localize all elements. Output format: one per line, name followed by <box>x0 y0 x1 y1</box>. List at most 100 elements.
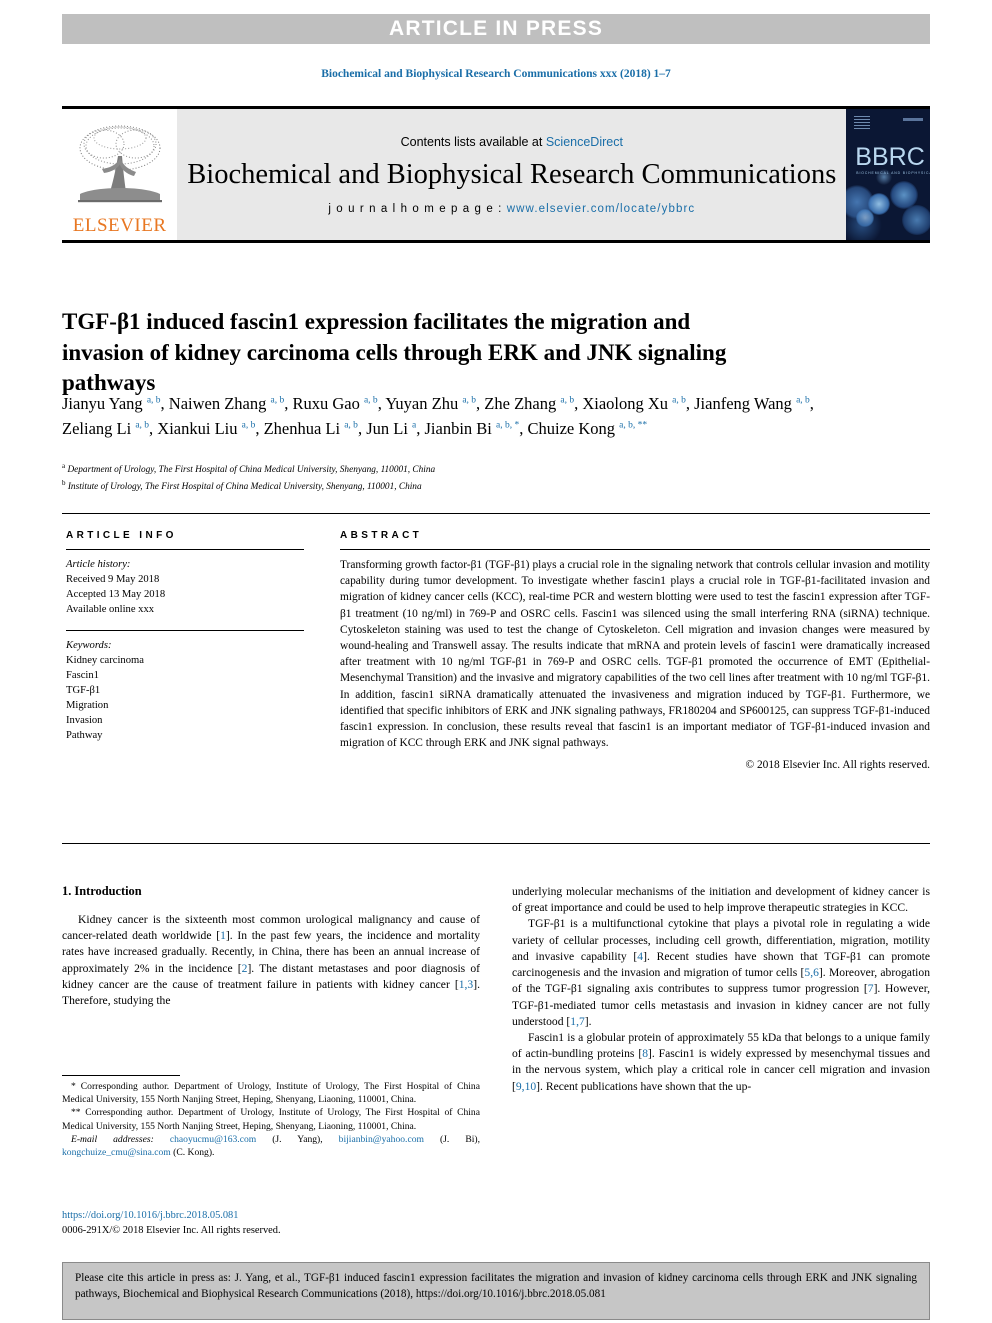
abstract-copyright: © 2018 Elsevier Inc. All rights reserved… <box>745 759 930 772</box>
author-name: Naiwen Zhang <box>168 394 267 413</box>
affiliation-mark: b <box>62 478 66 487</box>
elsevier-tree-icon <box>68 114 171 216</box>
body-column-right: underlying molecular mechanisms of the i… <box>512 884 930 1095</box>
email-owner-bi: (J. Bi), <box>423 1133 480 1145</box>
affiliation-mark: a <box>62 462 66 470</box>
doi-block: https://doi.org/10.1016/j.bbrc.2018.05.0… <box>62 1208 480 1238</box>
author-affil-marks: a, b <box>135 420 150 431</box>
footnote-mark: ** <box>71 1107 81 1119</box>
cite-this-article-text: Please cite this article in press as: J.… <box>75 1272 917 1301</box>
author-affil-marks: a, b, ** <box>619 420 648 431</box>
keyword-item: Kidney carcinoma <box>66 655 144 667</box>
author-affil-marks: a, b <box>270 395 285 406</box>
affiliation-text: Department of Urology, The First Hospita… <box>67 465 436 476</box>
article-info-heading: ARTICLE INFO <box>66 530 177 541</box>
footnote-block: * Corresponding author. Department of Ur… <box>62 1075 480 1159</box>
article-history-block: Article history: Received 9 May 2018 Acc… <box>66 557 304 617</box>
cover-subtitle: BIOCHEMICAL AND BIOPHYSICAL RESEARCH COM… <box>856 171 930 175</box>
contents-lists-prefix: Contents lists available at <box>400 134 546 149</box>
abstract-rule <box>340 549 930 550</box>
keyword-item: Pathway <box>66 730 103 742</box>
author-name: Jianbin Bi <box>424 419 492 439</box>
author-affil-marks: a, b <box>462 395 477 406</box>
author-name: Yuyan Zhu <box>385 394 459 413</box>
footnote-rule <box>62 1075 180 1076</box>
elsevier-logo: ELSEVIER <box>62 109 178 240</box>
citation-ref[interactable]: 9,10 <box>516 1080 536 1093</box>
email-addresses-label: E-mail addresses: <box>71 1133 154 1145</box>
author-name: Chuize Kong <box>527 419 616 439</box>
intro-paragraph-3: Fascin1 is a globular protein of approxi… <box>512 1030 930 1095</box>
elsevier-wordmark: ELSEVIER <box>72 215 167 236</box>
doi-link[interactable]: https://doi.org/10.1016/j.bbrc.2018.05.0… <box>62 1208 480 1223</box>
abstract-panel: ABSTRACT Transforming growth factor-β1 (… <box>340 530 930 771</box>
affiliation-text: Institute of Urology, The First Hospital… <box>67 482 422 493</box>
footnote-text: Corresponding author. Department of Urol… <box>62 1107 480 1132</box>
intro-p2-part-e: ]. <box>584 1014 592 1028</box>
author-name: Zhe Zhang <box>484 394 557 413</box>
journal-homepage-label: j o u r n a l h o m e p a g e : <box>328 202 507 215</box>
citation-ref[interactable]: 1,3 <box>459 978 474 991</box>
journal-homepage-line: j o u r n a l h o m e p a g e : www.else… <box>328 203 695 215</box>
keyword-item: Invasion <box>66 715 103 727</box>
journal-homepage-link[interactable]: www.elsevier.com/locate/ybbrc <box>507 203 696 215</box>
accepted-date: Accepted 13 May 2018 <box>66 589 166 601</box>
body-column-left: 1. Introduction Kidney cancer is the six… <box>62 884 480 1009</box>
author-name: Xiankui Liu <box>157 419 238 439</box>
article-info-panel: ARTICLE INFO Article history: Received 9… <box>66 530 304 743</box>
email-link-yang[interactable]: chaoyucmu@163.com <box>170 1134 256 1145</box>
email-link-kong[interactable]: kongchuize_cmu@sina.com <box>62 1147 171 1158</box>
abstract-text: Transforming growth factor-β1 (TGF-β1) p… <box>340 559 930 750</box>
keywords-block: Keywords: Kidney carcinoma Fascin1 TGF-β… <box>66 638 304 743</box>
article-info-rule <box>66 549 304 550</box>
intro-p3-part-c: ]. Recent publications have shown that t… <box>536 1079 752 1093</box>
author-affil-marks: a, b <box>672 395 686 406</box>
footnote-email-addresses: E-mail addresses: chaoyucmu@163.com (J. … <box>62 1133 480 1159</box>
author-name: Ruxu Gao <box>292 394 360 413</box>
citation-ref[interactable]: 1,7 <box>570 1015 585 1028</box>
received-date: Received 9 May 2018 <box>66 574 160 586</box>
author-affil-marks: a, b <box>241 420 256 431</box>
citation-ref[interactable]: 5,6 <box>804 966 819 979</box>
masthead-bottom-rule <box>62 240 930 243</box>
affiliation-item: a Department of Urology, The First Hospi… <box>62 461 862 478</box>
intro-paragraph-2: TGF-β1 is a multifunctional cytokine tha… <box>512 916 930 1030</box>
issue-number-mark <box>903 118 923 121</box>
author-name: Jianfeng Wang <box>694 394 792 413</box>
author-affil-marks: a, b, * <box>496 420 520 431</box>
affiliation-list: a Department of Urology, The First Hospi… <box>62 461 862 495</box>
author-affil-marks: a, b <box>146 395 161 406</box>
footnote-text: Corresponding author. Department of Urol… <box>62 1081 480 1106</box>
author-affil-marks: a <box>412 420 417 431</box>
journal-title: Biochemical and Biophysical Research Com… <box>187 158 837 190</box>
email-owner-yang: (J. Yang), <box>256 1133 339 1145</box>
keyword-item: Fascin1 <box>66 670 99 682</box>
running-head: Biochemical and Biophysical Research Com… <box>321 68 671 80</box>
sciencedirect-link[interactable]: ScienceDirect <box>546 135 623 149</box>
intro-paragraph-1-continued: underlying molecular mechanisms of the i… <box>512 885 930 915</box>
cover-acronym: BBRC <box>855 143 925 171</box>
author-affil-marks: a, b <box>560 395 575 406</box>
keyword-item: Migration <box>66 700 109 712</box>
abstract-section-bottom-rule <box>62 843 930 844</box>
issn-copyright-line: 0006-291X/© 2018 Elsevier Inc. All right… <box>62 1225 281 1237</box>
author-name: Zeliang Li <box>62 419 132 439</box>
section-heading-introduction: 1. Introduction <box>62 884 142 898</box>
author-affil-marks: a, b <box>796 395 810 406</box>
author-list: Jianyu Yang a, b, Naiwen Zhang a, b, Rux… <box>62 394 814 439</box>
contents-lists-line: Contents lists available at ScienceDirec… <box>401 135 623 149</box>
abstract-section-top-rule <box>62 513 930 514</box>
footnote-corresponding-author-2: ** Corresponding author. Department of U… <box>62 1106 480 1132</box>
intro-paragraph-1: Kidney cancer is the sixteenth most comm… <box>62 912 480 1009</box>
email-owner-kong: (C. Kong). <box>170 1147 215 1159</box>
abstract-heading: ABSTRACT <box>340 530 423 541</box>
keyword-item: TGF-β1 <box>66 685 101 697</box>
author-name: Zhenhua Li <box>263 419 341 439</box>
author-name: Jianyu Yang <box>62 394 143 413</box>
affiliation-item: b Institute of Urology, The First Hospit… <box>62 478 862 495</box>
article-history-label: Article history: <box>66 559 131 570</box>
keywords-rule <box>66 630 304 632</box>
cover-bokeh-7 <box>876 169 893 185</box>
email-link-bi[interactable]: bijianbin@yahoo.com <box>339 1134 424 1145</box>
author-affil-marks: a, b <box>363 395 378 406</box>
